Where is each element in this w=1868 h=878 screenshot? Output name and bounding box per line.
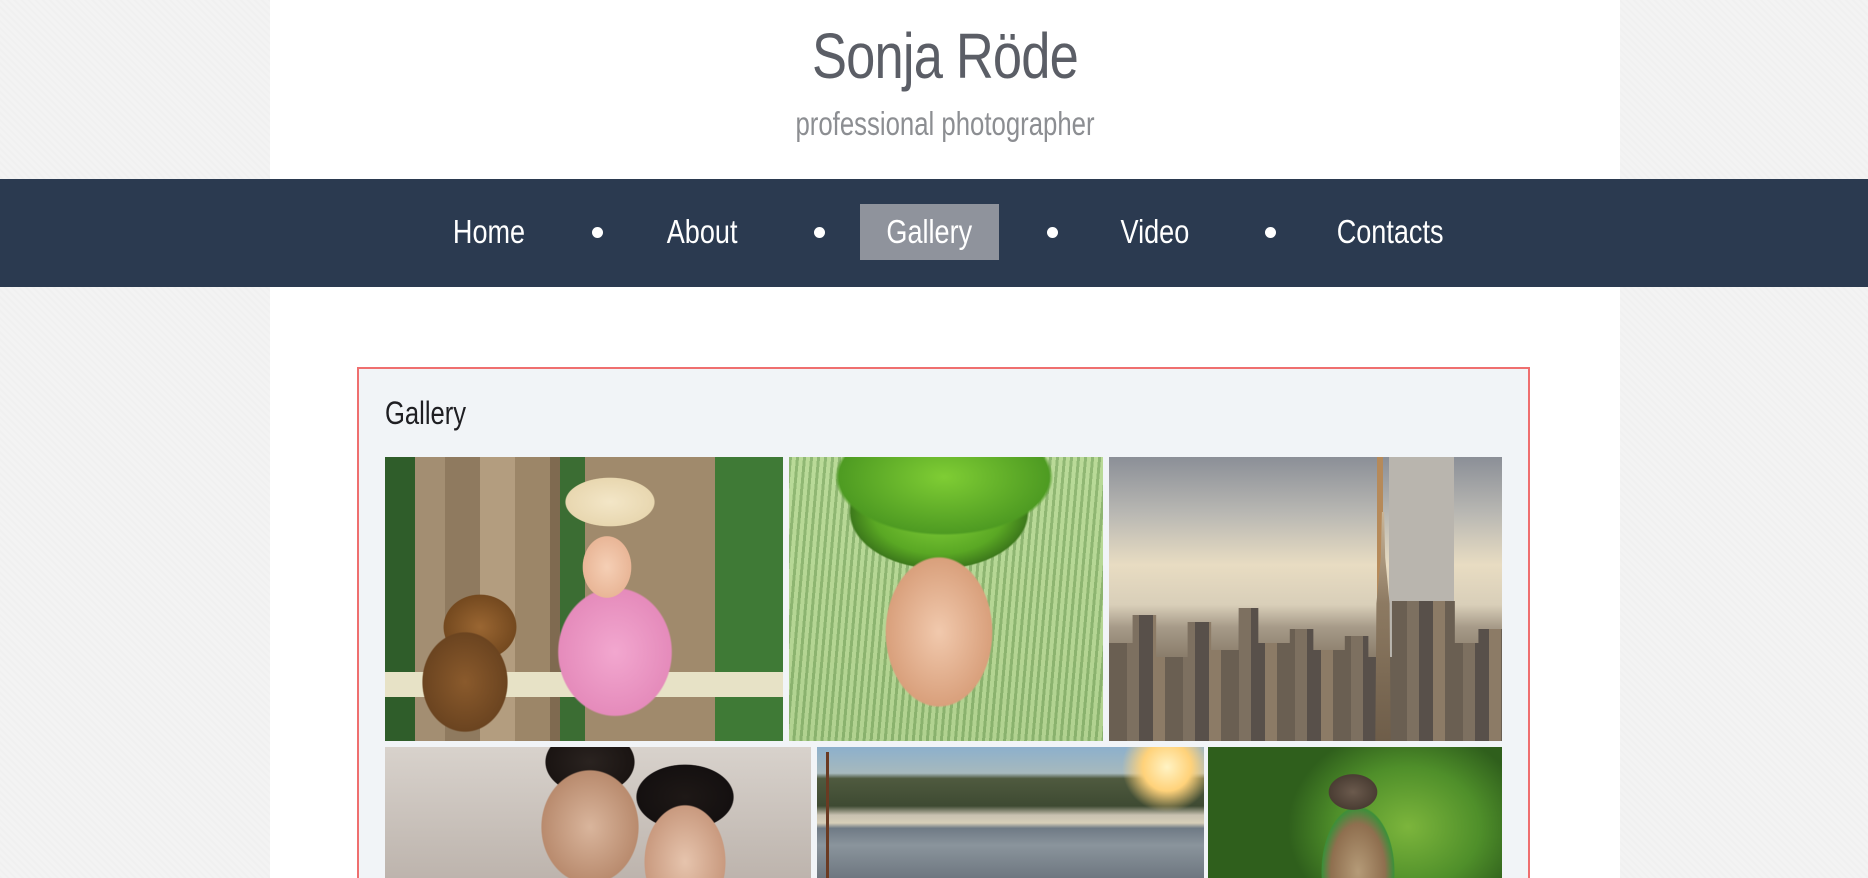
nav-item-about[interactable]: About (646, 204, 758, 260)
gallery-photo-grass-hair-woman[interactable] (789, 457, 1103, 741)
nav-separator-dot (814, 227, 825, 238)
page: Sonja Röde professional photographer Hom… (0, 0, 1868, 878)
nav-item-label: Contacts (1336, 213, 1444, 250)
nav-item-label: Gallery (886, 213, 973, 250)
boat-mast (826, 752, 829, 878)
gallery-heading: Gallery (385, 395, 467, 431)
gallery-photo-couple[interactable] (385, 747, 811, 878)
nav-item-label: Video (1120, 213, 1190, 250)
nav-separator-dot (1265, 227, 1276, 238)
nav-item-label: Home (452, 213, 526, 250)
site-subtitle: professional photographer (795, 105, 1095, 142)
site-header: Sonja Röde professional photographer (270, 0, 1620, 179)
nav-item-contacts[interactable]: Contacts (1320, 204, 1460, 260)
gallery-photo-harbor[interactable] (817, 747, 1204, 878)
nav-item-label: About (666, 213, 738, 250)
gallery-photo-parrot[interactable] (1208, 747, 1502, 878)
gallery-photo-city-skyline[interactable] (1109, 457, 1502, 741)
nav-separator-dot (592, 227, 603, 238)
nav-item-home[interactable]: Home (426, 204, 552, 260)
nav-item-video[interactable]: Video (1100, 204, 1210, 260)
nav-separator-dot (1047, 227, 1058, 238)
skyline-buildings (1109, 601, 1502, 741)
nav-item-gallery[interactable]: Gallery (860, 204, 999, 260)
gallery-photo-girl-reading[interactable] (385, 457, 783, 741)
site-title[interactable]: Sonja Röde (392, 16, 1499, 96)
